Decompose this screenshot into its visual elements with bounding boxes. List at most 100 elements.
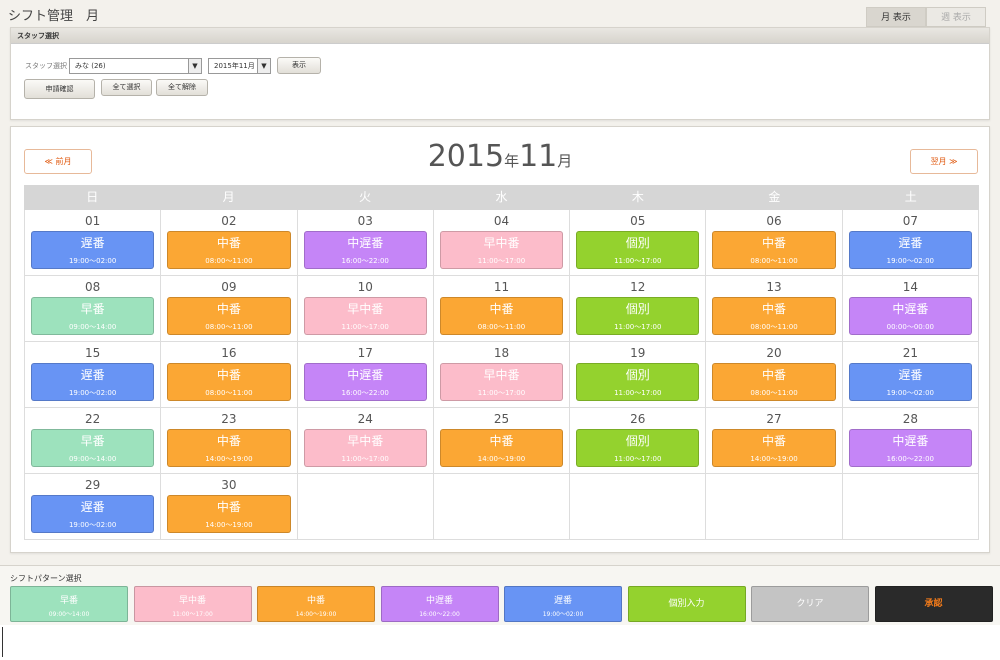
calendar-day-cell[interactable]: 29 遅番 19:00〜02:00 xyxy=(24,474,161,540)
month-unit: 月 xyxy=(557,152,573,170)
calendar-day-cell[interactable]: 22 早番 09:00〜14:00 xyxy=(24,408,161,474)
day-number: 10 xyxy=(357,280,373,294)
apply-confirm-button[interactable]: 申請確認 xyxy=(24,79,95,99)
shift-chip[interactable]: 中遅番 16:00〜22:00 xyxy=(303,363,427,401)
shift-chip[interactable]: 中番 08:00〜11:00 xyxy=(167,363,291,401)
calendar-grid: 日 月 火 水 木 金 土 01 遅番 19:00〜02:00 02 中番 08:00〜11:00 03… xyxy=(24,185,979,540)
chevron-down-icon[interactable]: ▼ xyxy=(257,58,270,73)
calendar-day-cell[interactable]: 10 早中番 11:00〜17:00 xyxy=(296,276,433,342)
weekday-label: 火 xyxy=(359,190,372,204)
shift-time: 16:00〜22:00 xyxy=(341,389,389,397)
shift-chip[interactable]: 中番 14:00〜19:00 xyxy=(439,429,564,467)
calendar-day-cell[interactable]: 13 中番 08:00〜11:00 xyxy=(705,276,842,342)
shift-chip[interactable]: 遅番 19:00〜02:00 xyxy=(848,363,972,401)
shift-chip[interactable]: 中番 08:00〜11:00 xyxy=(167,297,291,335)
calendar-day-cell[interactable]: 07 遅番 19:00〜02:00 xyxy=(841,210,979,276)
shift-chip[interactable]: 早番 09:00〜14:00 xyxy=(31,297,155,335)
shift-chip[interactable]: 早中番 11:00〜17:00 xyxy=(303,429,427,467)
tab-week-view[interactable]: 週 表示 xyxy=(926,7,986,27)
pattern-button[interactable]: クリア xyxy=(751,586,869,622)
show-button[interactable]: 表示 xyxy=(277,57,321,74)
shift-chip[interactable]: 遅番 19:00〜02:00 xyxy=(31,363,155,401)
shift-chip[interactable]: 中遅番 16:00〜22:00 xyxy=(303,231,427,269)
pattern-button[interactable]: 承認 xyxy=(874,586,993,622)
calendar-day-cell[interactable]: 19 個別 11:00〜17:00 xyxy=(569,342,706,408)
shift-name: 中番 xyxy=(762,368,787,382)
shift-chip[interactable]: 中番 08:00〜11:00 xyxy=(712,363,836,401)
calendar-day-cell[interactable]: 14 中遅番 00:00〜00:00 xyxy=(841,276,979,342)
shift-chip[interactable]: 中番 14:00〜19:00 xyxy=(712,429,836,467)
tab-month-view[interactable]: 月 表示 xyxy=(866,7,926,27)
shift-name: 個別 xyxy=(625,434,650,448)
calendar-day-cell[interactable]: 20 中番 08:00〜11:00 xyxy=(705,342,842,408)
shift-chip[interactable]: 個別 11:00〜17:00 xyxy=(576,363,700,401)
year-unit: 年 xyxy=(504,152,520,170)
shift-chip[interactable]: 中遅番 00:00〜00:00 xyxy=(848,297,972,335)
text-caret xyxy=(2,627,3,657)
chevron-down-icon[interactable]: ▼ xyxy=(188,58,201,73)
calendar-day-cell[interactable]: 01 遅番 19:00〜02:00 xyxy=(24,210,161,276)
shift-chip[interactable]: 中番 08:00〜11:00 xyxy=(167,231,291,269)
pattern-button[interactable]: 中遅番 16:00〜22:00 xyxy=(380,586,499,622)
shift-chip[interactable]: 遅番 19:00〜02:00 xyxy=(31,495,155,533)
weekday-label: 金 xyxy=(768,190,781,204)
month-select[interactable]: 2015年11月 ▼ xyxy=(208,57,271,74)
calendar-day-cell[interactable]: 03 中遅番 16:00〜22:00 xyxy=(296,210,433,276)
calendar-day-cell[interactable]: 26 個別 11:00〜17:00 xyxy=(569,408,706,474)
calendar-day-cell[interactable]: 06 中番 08:00〜11:00 xyxy=(705,210,842,276)
calendar-day-cell[interactable]: 05 個別 11:00〜17:00 xyxy=(569,210,706,276)
shift-chip[interactable]: 個別 11:00〜17:00 xyxy=(576,297,700,335)
calendar-day-cell[interactable]: 04 早中番 11:00〜17:00 xyxy=(432,210,570,276)
calendar-day-cell[interactable]: 24 早中番 11:00〜17:00 xyxy=(296,408,433,474)
shift-chip[interactable]: 中番 08:00〜11:00 xyxy=(712,231,836,269)
calendar-day-cell[interactable]: 27 中番 14:00〜19:00 xyxy=(705,408,842,474)
calendar-empty-cell xyxy=(841,474,979,540)
shift-name: 中番 xyxy=(216,236,241,250)
shift-chip[interactable]: 個別 11:00〜17:00 xyxy=(576,429,700,467)
shift-time: 09:00〜14:00 xyxy=(68,455,117,463)
calendar-day-cell[interactable]: 11 中番 08:00〜11:00 xyxy=(432,276,570,342)
shift-chip[interactable]: 早中番 11:00〜17:00 xyxy=(439,363,564,401)
pattern-button[interactable]: 遅番 19:00〜02:00 xyxy=(504,586,622,622)
shift-chip[interactable]: 早番 09:00〜14:00 xyxy=(31,429,155,467)
pattern-button[interactable]: 中番 14:00〜19:00 xyxy=(257,586,375,622)
calendar-day-cell[interactable]: 16 中番 08:00〜11:00 xyxy=(160,342,297,408)
calendar-day-cell[interactable]: 09 中番 08:00〜11:00 xyxy=(160,276,297,342)
shift-chip[interactable]: 中番 08:00〜11:00 xyxy=(439,297,564,335)
shift-name: 中番 xyxy=(216,434,241,448)
shift-chip[interactable]: 中番 08:00〜11:00 xyxy=(712,297,836,335)
shift-time: 14:00〜19:00 xyxy=(205,521,253,529)
calendar-day-cell[interactable]: 30 中番 14:00〜19:00 xyxy=(160,474,297,540)
shift-chip[interactable]: 早中番 11:00〜17:00 xyxy=(303,297,427,335)
shift-time: 08:00〜11:00 xyxy=(477,323,526,331)
shift-name: 早中番 xyxy=(347,302,384,316)
shift-chip[interactable]: 中番 14:00〜19:00 xyxy=(167,495,291,533)
clear-all-button[interactable]: 全て解除 xyxy=(156,79,208,96)
shift-chip[interactable]: 中遅番 16:00〜22:00 xyxy=(848,429,972,467)
day-number: 29 xyxy=(85,478,101,492)
footer-input-area[interactable] xyxy=(0,625,1000,660)
weekday-label: 月 xyxy=(222,190,235,204)
calendar-day-cell[interactable]: 02 中番 08:00〜11:00 xyxy=(160,210,297,276)
select-all-button[interactable]: 全て選択 xyxy=(101,79,152,96)
calendar-day-cell[interactable]: 12 個別 11:00〜17:00 xyxy=(569,276,706,342)
day-number: 15 xyxy=(85,346,101,360)
shift-chip[interactable]: 個別 11:00〜17:00 xyxy=(576,231,700,269)
shift-chip[interactable]: 早中番 11:00〜17:00 xyxy=(439,231,564,269)
pattern-button[interactable]: 個別入力 xyxy=(627,586,746,622)
shift-chip[interactable]: 遅番 19:00〜02:00 xyxy=(31,231,155,269)
shift-chip[interactable]: 遅番 19:00〜02:00 xyxy=(848,231,972,269)
calendar-day-cell[interactable]: 15 遅番 19:00〜02:00 xyxy=(24,342,161,408)
calendar-day-cell[interactable]: 18 早中番 11:00〜17:00 xyxy=(432,342,570,408)
pattern-button[interactable]: 早中番 11:00〜17:00 xyxy=(133,586,252,622)
calendar-day-cell[interactable]: 28 中遅番 16:00〜22:00 xyxy=(841,408,979,474)
calendar-day-cell[interactable]: 17 中遅番 16:00〜22:00 xyxy=(296,342,433,408)
pattern-button[interactable]: 早番 09:00〜14:00 xyxy=(10,586,128,622)
day-number: 28 xyxy=(902,412,918,426)
calendar-day-cell[interactable]: 21 遅番 19:00〜02:00 xyxy=(841,342,979,408)
calendar-day-cell[interactable]: 23 中番 14:00〜19:00 xyxy=(160,408,297,474)
calendar-day-cell[interactable]: 25 中番 14:00〜19:00 xyxy=(432,408,570,474)
calendar-day-cell[interactable]: 08 早番 09:00〜14:00 xyxy=(24,276,161,342)
shift-chip[interactable]: 中番 14:00〜19:00 xyxy=(167,429,291,467)
staff-select[interactable]: みな (26) ▼ xyxy=(69,57,202,74)
